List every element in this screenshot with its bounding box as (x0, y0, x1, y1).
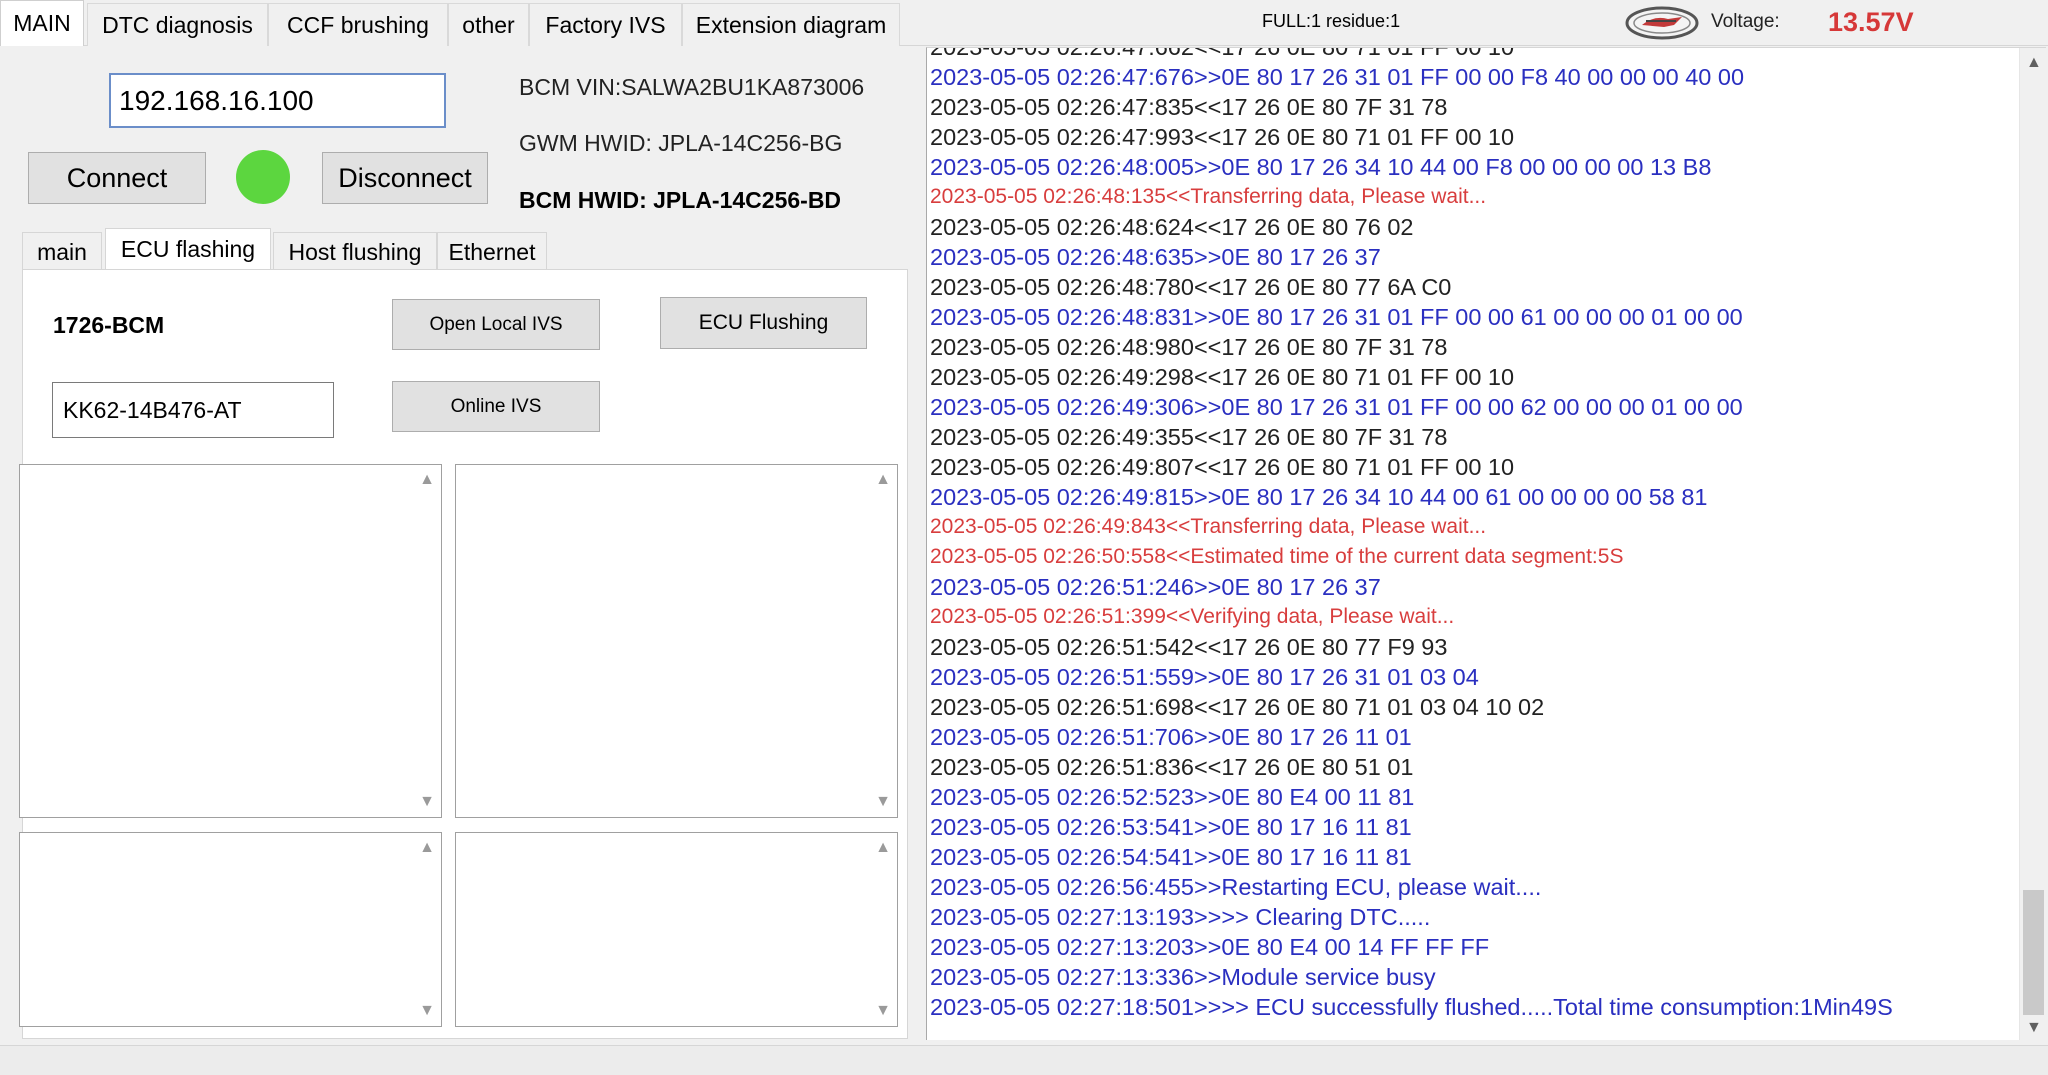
bcm-vin-text: BCM VIN:SALWA2BU1KA873006 (519, 74, 865, 100)
tab-dtc-diagnosis[interactable]: DTC diagnosis (87, 3, 268, 46)
communication-log[interactable]: 2023-05-05 02:26:47:662<<17 26 0E 80 71 … (926, 47, 2046, 1040)
log-scrollbar[interactable]: ▲ ▼ (2019, 48, 2046, 1040)
scroll-up-icon[interactable]: ▲ (419, 471, 435, 489)
tab-extension-diagram[interactable]: Extension diagram (682, 3, 900, 46)
log-lines: 2023-05-05 02:26:47:662<<17 26 0E 80 71 … (930, 47, 2016, 1022)
log-line: 2023-05-05 02:26:51:698<<17 26 0E 80 71 … (930, 694, 1545, 720)
list-box-bottom-right[interactable]: ▲ ▼ (455, 832, 898, 1027)
ecu-flushing-button[interactable]: ECU Flushing (660, 297, 867, 349)
log-scroll-thumb[interactable] (2023, 890, 2044, 1015)
scroll-down-icon[interactable]: ▼ (875, 793, 891, 811)
scroll-down-icon[interactable]: ▼ (419, 1002, 435, 1020)
log-line: 2023-05-05 02:26:47:662<<17 26 0E 80 71 … (930, 47, 1515, 60)
log-line: 2023-05-05 02:26:50:558<<Estimated time … (930, 545, 1624, 568)
tab-other[interactable]: other (448, 3, 529, 46)
list-box-top-left[interactable]: ▲ ▼ (19, 464, 442, 818)
log-line: 2023-05-05 02:26:51:542<<17 26 0E 80 77 … (930, 634, 1448, 660)
tab-ccf-brushing[interactable]: CCF brushing (268, 3, 448, 46)
log-line: 2023-05-05 02:27:13:336>>Module service … (930, 964, 1436, 990)
car-brand-logo-icon (1625, 6, 1699, 40)
scroll-up-icon[interactable]: ▲ (875, 471, 891, 489)
list-box-bottom-left[interactable]: ▲ ▼ (19, 832, 442, 1027)
connection-status-indicator (236, 150, 290, 204)
connect-button[interactable]: Connect (28, 152, 206, 204)
log-line: 2023-05-05 02:27:18:501>>>> ECU successf… (930, 994, 1893, 1020)
voltage-value: 13.57V (1828, 7, 1914, 37)
log-line: 2023-05-05 02:27:13:193>>>> Clearing DTC… (930, 904, 1431, 930)
module-label: 1726-BCM (53, 312, 165, 338)
scroll-up-icon[interactable]: ▲ (419, 839, 435, 857)
log-line: 2023-05-05 02:26:53:541>>0E 80 17 16 11 … (930, 814, 1412, 840)
log-line: 2023-05-05 02:26:49:306>>0E 80 17 26 31 … (930, 394, 1743, 420)
scroll-up-icon[interactable]: ▲ (2026, 54, 2042, 72)
scroll-down-icon[interactable]: ▼ (875, 1002, 891, 1020)
log-line: 2023-05-05 02:26:49:843<<Transferring da… (930, 515, 1487, 538)
log-line: 2023-05-05 02:26:47:676>>0E 80 17 26 31 … (930, 64, 1745, 90)
list-box-top-right[interactable]: ▲ ▼ (455, 464, 898, 818)
tab-main[interactable]: MAIN (0, 0, 84, 46)
bcm-hwid-text: BCM HWID: JPLA-14C256-BD (519, 187, 842, 213)
log-line: 2023-05-05 02:26:51:836<<17 26 0E 80 51 … (930, 754, 1414, 780)
log-line: 2023-05-05 02:26:54:541>>0E 80 17 16 11 … (930, 844, 1412, 870)
open-local-ivs-button[interactable]: Open Local IVS (392, 299, 600, 350)
log-line: 2023-05-05 02:27:13:203>>0E 80 E4 00 14 … (930, 934, 1490, 960)
log-line: 2023-05-05 02:26:48:135<<Transferring da… (930, 185, 1487, 208)
log-line: 2023-05-05 02:26:49:355<<17 26 0E 80 7F … (930, 424, 1448, 450)
log-line: 2023-05-05 02:26:51:399<<Verifying data,… (930, 605, 1455, 628)
online-ivs-button[interactable]: Online IVS (392, 381, 600, 432)
subtab-ecu-flashing[interactable]: ECU flashing (105, 228, 271, 271)
log-line: 2023-05-05 02:26:49:298<<17 26 0E 80 71 … (930, 364, 1515, 390)
log-line: 2023-05-05 02:26:51:246>>0E 80 17 26 37 (930, 574, 1381, 600)
log-line: 2023-05-05 02:26:48:624<<17 26 0E 80 76 … (930, 214, 1414, 240)
log-line: 2023-05-05 02:26:48:635>>0E 80 17 26 37 (930, 244, 1381, 270)
log-line: 2023-05-05 02:26:49:807<<17 26 0E 80 71 … (930, 454, 1515, 480)
main-tab-bar: MAIN DTC diagnosis CCF brushing other Fa… (0, 0, 2048, 46)
subtab-main[interactable]: main (22, 232, 102, 270)
disconnect-button[interactable]: Disconnect (322, 152, 488, 204)
log-line: 2023-05-05 02:26:48:831>>0E 80 17 26 31 … (930, 304, 1743, 330)
log-line: 2023-05-05 02:26:52:523>>0E 80 E4 00 11 … (930, 784, 1415, 810)
log-line: 2023-05-05 02:26:48:980<<17 26 0E 80 7F … (930, 334, 1448, 360)
gwm-hwid-text: GWM HWID: JPLA-14C256-BG (519, 130, 843, 156)
log-line: 2023-05-05 02:26:51:706>>0E 80 17 26 11 … (930, 724, 1412, 750)
log-line: 2023-05-05 02:26:47:835<<17 26 0E 80 7F … (930, 94, 1448, 120)
log-line: 2023-05-05 02:26:51:559>>0E 80 17 26 31 … (930, 664, 1479, 690)
tab-factory-ivs[interactable]: Factory IVS (529, 3, 682, 46)
scroll-up-icon[interactable]: ▲ (875, 839, 891, 857)
part-number-input[interactable] (52, 382, 334, 438)
log-line: 2023-05-05 02:26:48:780<<17 26 0E 80 77 … (930, 274, 1452, 300)
log-line: 2023-05-05 02:26:47:993<<17 26 0E 80 71 … (930, 124, 1515, 150)
voltage-label: Voltage: (1711, 11, 1780, 32)
subtab-host-flushing[interactable]: Host flushing (273, 232, 437, 270)
status-bar (0, 1045, 2048, 1075)
scroll-down-icon[interactable]: ▼ (2026, 1019, 2042, 1037)
log-line: 2023-05-05 02:26:56:455>>Restarting ECU,… (930, 874, 1542, 900)
log-line: 2023-05-05 02:26:49:815>>0E 80 17 26 34 … (930, 484, 1708, 510)
flash-status-counter: FULL:1 residue:1 (1262, 11, 1401, 31)
ip-address-input[interactable] (109, 73, 446, 128)
log-line: 2023-05-05 02:26:48:005>>0E 80 17 26 34 … (930, 154, 1712, 180)
subtab-ethernet[interactable]: Ethernet (437, 232, 547, 270)
scroll-down-icon[interactable]: ▼ (419, 793, 435, 811)
